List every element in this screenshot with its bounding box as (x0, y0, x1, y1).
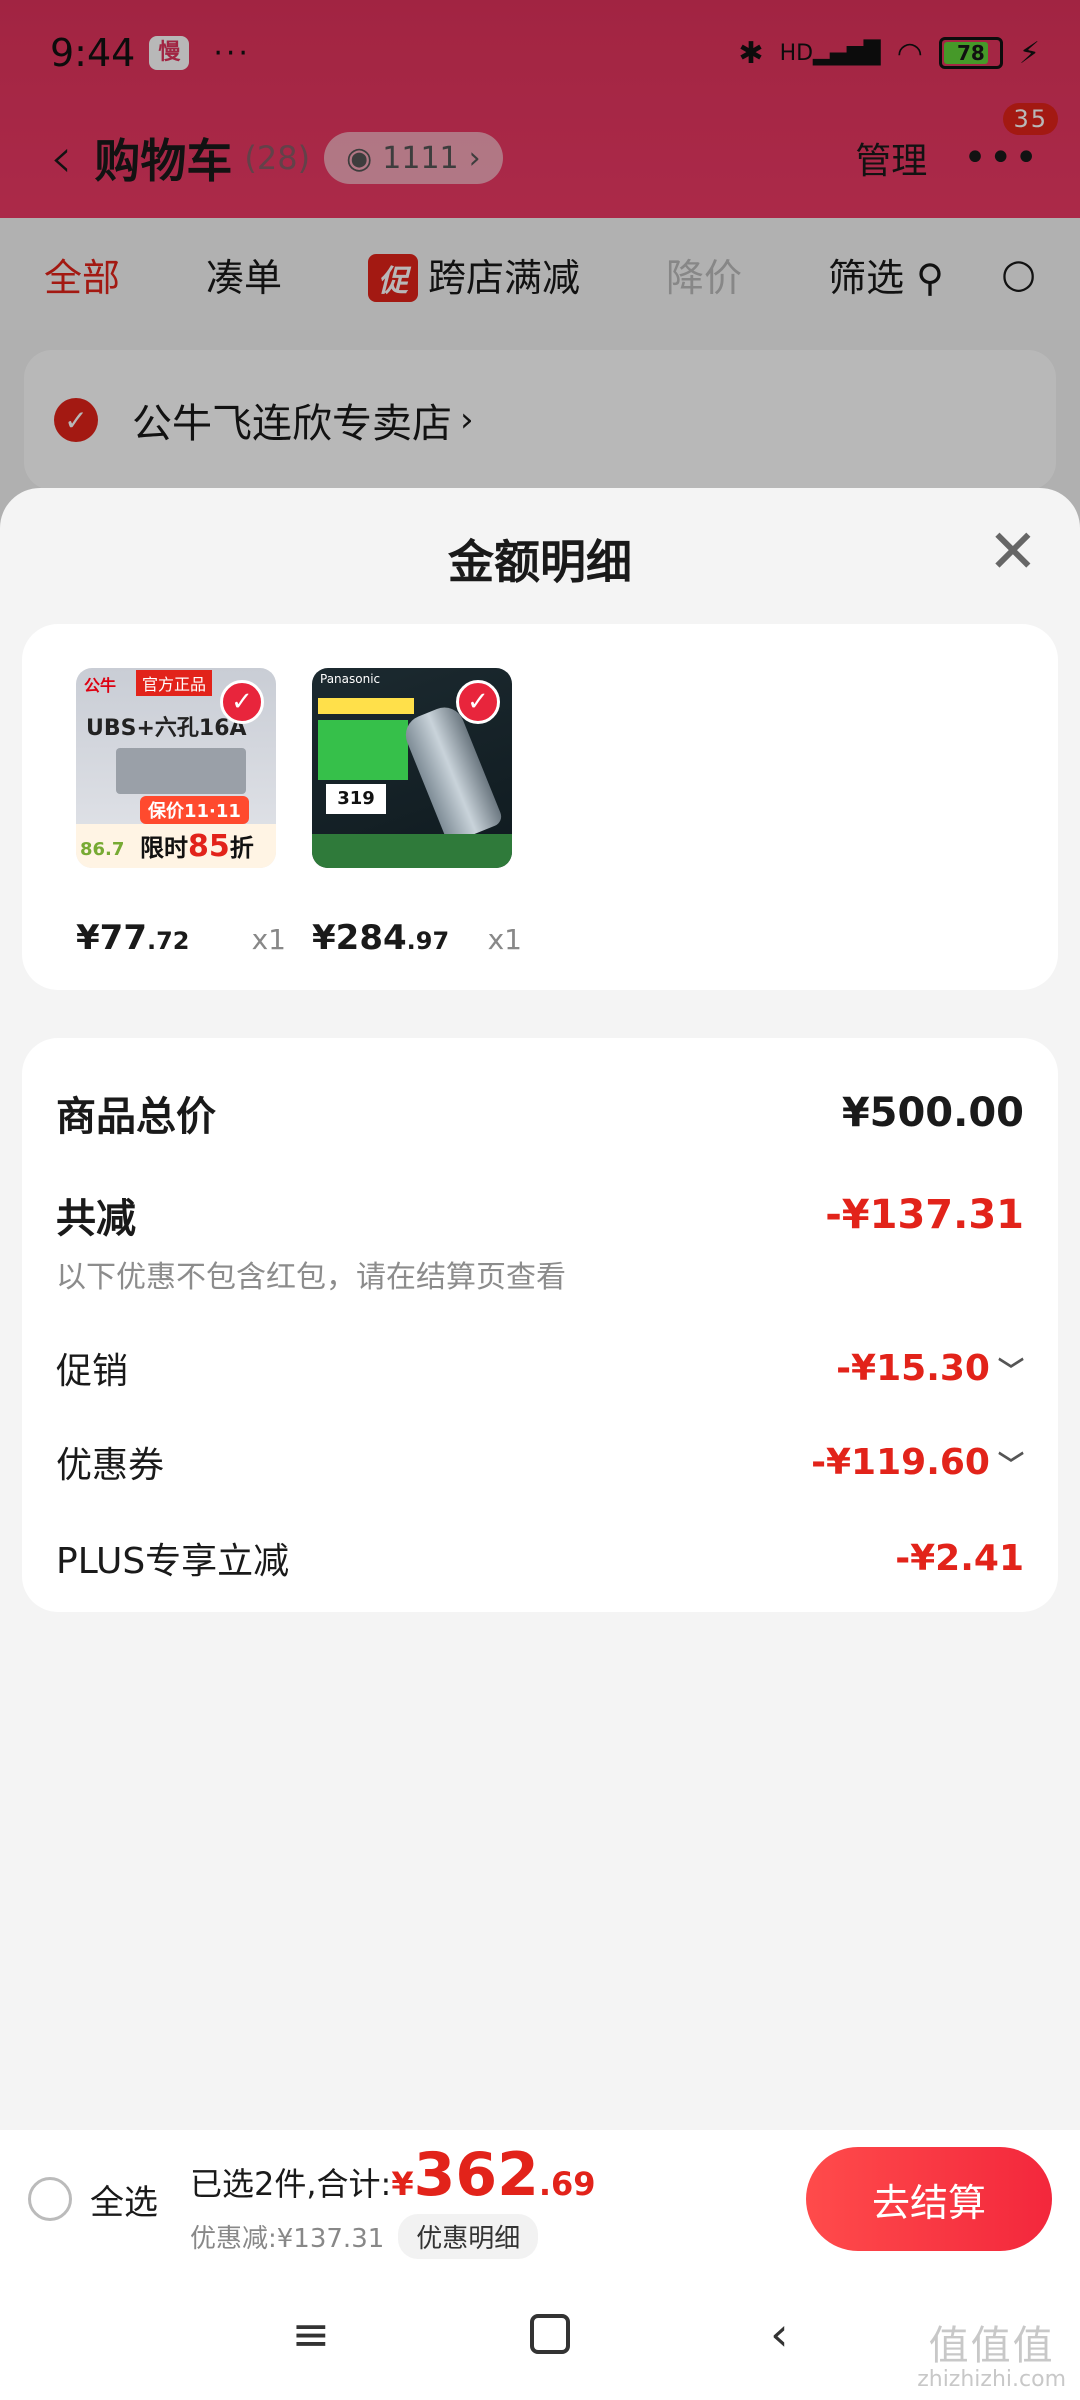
strip-right-text: 限时85折 (140, 829, 254, 864)
product-quantity: x1 (487, 923, 522, 956)
selected-total: 已选2件,合计: ¥ 362 .69 (190, 2140, 596, 2210)
product-image-text: UBS+六孔16A (86, 716, 247, 741)
amount-detail-sheet: 金额明细 ✕ 公牛 官方正品 UBS+六孔16A 保价11·11 86.7 限时… (0, 488, 1080, 2400)
selected-text: 已选2件,合计: (190, 2164, 392, 2203)
close-icon[interactable]: ✕ (988, 522, 1038, 582)
total-reduction-label: 共减 (56, 1196, 136, 1242)
product-thumbnail[interactable]: 公牛 官方正品 UBS+六孔16A 保价11·11 86.7 限时85折 ✓ (76, 668, 276, 868)
chevron-down-icon[interactable]: ﹀ (998, 1451, 1024, 1481)
amount-breakdown: 商品总价 ¥500.00 共减 -¥137.31 以下优惠不包含红包，请在结算页… (22, 1038, 1058, 1612)
plus-discount-label: PLUS专享立减 (56, 1541, 290, 1582)
total-reduction-row: 共减 -¥137.31 (56, 1186, 1024, 1244)
total-price-label: 商品总价 (56, 1094, 216, 1140)
product-brand: Panasonic (320, 672, 381, 686)
product-item[interactable]: Panasonic 319 ✓ ¥284.97 x1 (312, 668, 522, 958)
menu-icon[interactable]: ≡ (292, 2307, 331, 2361)
selected-check-icon[interactable]: ✓ (220, 680, 264, 724)
product-quantity: x1 (251, 923, 286, 956)
select-all-label[interactable]: 全选 (90, 2175, 158, 2224)
product-item[interactable]: 公牛 官方正品 UBS+六孔16A 保价11·11 86.7 限时85折 ✓ ¥… (76, 668, 286, 958)
product-list: 公牛 官方正品 UBS+六孔16A 保价11·11 86.7 限时85折 ✓ ¥… (22, 624, 1058, 990)
total-amount-int: 362 (413, 2139, 539, 2210)
total-price-value: ¥500.00 (841, 1090, 1024, 1136)
watermark: 值值值 zhizhizhi.com (917, 2324, 1066, 2392)
watermark-url: zhizhizhi.com (917, 2366, 1066, 2392)
select-all-radio[interactable] (28, 2177, 72, 2221)
product-brand: 公牛 (84, 676, 117, 695)
checkout-bar: 全选 已选2件,合计: ¥ 362 .69 优惠减:¥137.31 优惠明细 去… (0, 2130, 1080, 2268)
currency-symbol: ¥ (391, 2164, 414, 2203)
total-amount-dec: .69 (538, 2164, 596, 2203)
watermark-logo: 值值值 (928, 2322, 1055, 2369)
promotion-row[interactable]: 促销 -¥15.30 ﹀ (56, 1342, 1024, 1394)
product-tag: 官方正品 (136, 670, 213, 696)
yellow-banner (318, 698, 414, 714)
selected-check-icon[interactable]: ✓ (456, 680, 500, 724)
discount-detail-button[interactable]: 优惠明细 (398, 2213, 539, 2259)
back-nav-icon[interactable]: ‹ (770, 2307, 788, 2361)
discount-amount: 优惠减:¥137.31 (190, 2223, 385, 2254)
chevron-down-icon[interactable]: ﹀ (998, 1357, 1024, 1387)
sale-banner: 保价11·11 (140, 796, 249, 824)
discount-line: 优惠减:¥137.31 优惠明细 (190, 2213, 596, 2259)
order-summary: 已选2件,合计: ¥ 362 .69 优惠减:¥137.31 优惠明细 (190, 2140, 596, 2259)
plus-discount-row: PLUS专享立减 -¥2.41 (56, 1532, 1024, 1584)
product-thumbnail[interactable]: Panasonic 319 ✓ (312, 668, 512, 868)
promotion-value: -¥15.30 ﹀ (836, 1347, 1024, 1389)
product-price-row: ¥284.97 x1 (312, 918, 522, 958)
product-price-row: ¥77.72 x1 (76, 918, 286, 958)
product-price: ¥77.72 (76, 918, 190, 958)
total-price-row: 商品总价 ¥500.00 (56, 1084, 1024, 1142)
home-icon[interactable] (530, 2314, 571, 2354)
promo-strip: 86.7 限时85折 (76, 824, 276, 868)
checkout-button[interactable]: 去结算 (806, 2147, 1052, 2251)
coupon-row[interactable]: 优惠券 -¥119.60 ﹀ (56, 1436, 1024, 1488)
green-badge (318, 720, 408, 780)
reduction-note: 以下优惠不包含红包，请在结算页查看 (56, 1260, 566, 1295)
product-price: ¥284.97 (312, 918, 450, 958)
promotion-label: 促销 (56, 1351, 129, 1392)
strip-left-text: 86.7 (80, 839, 125, 860)
plus-discount-value: -¥2.41 (895, 1537, 1024, 1579)
socket-plate-graphic (116, 748, 246, 794)
system-nav-bar: ≡ ‹ 值值值 zhizhizhi.com (0, 2268, 1080, 2400)
coupon-value: -¥119.60 ﹀ (811, 1441, 1024, 1483)
shaver-graphic (399, 701, 505, 845)
sheet-title: 金额明细 (448, 535, 632, 589)
image-price-badge: 319 (326, 784, 386, 814)
total-reduction-value: -¥137.31 (825, 1192, 1024, 1238)
coupon-label: 优惠券 (56, 1445, 165, 1486)
subsidy-strip (312, 834, 512, 868)
